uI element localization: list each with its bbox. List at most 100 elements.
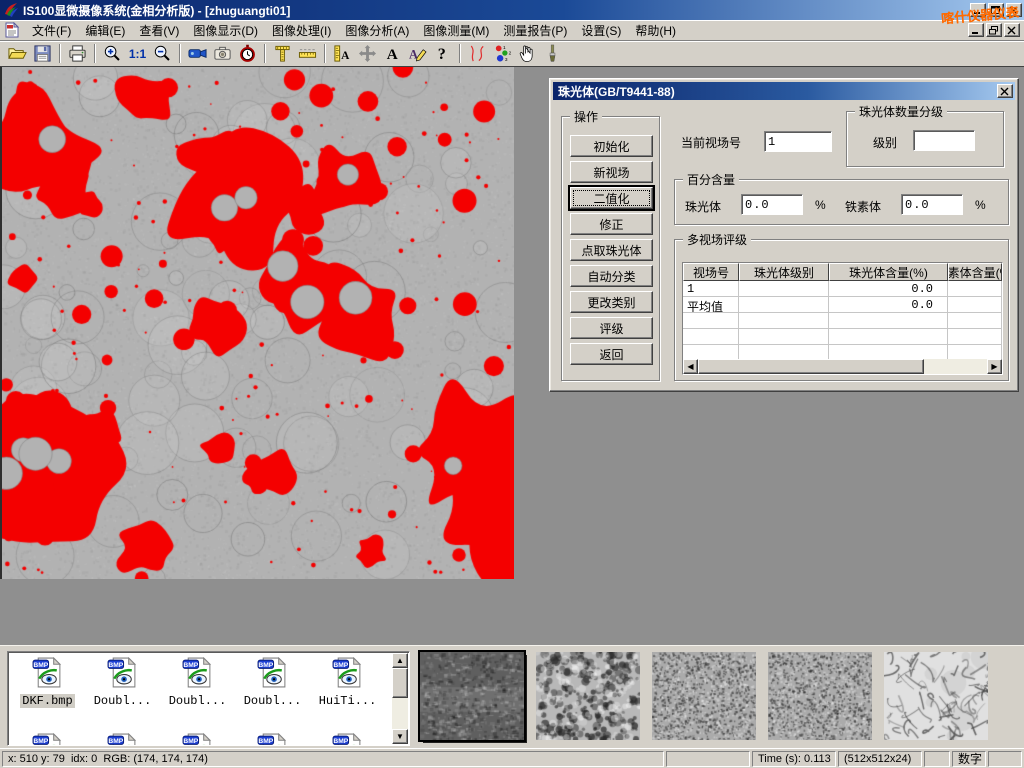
op-button-2[interactable]: 新视场: [570, 161, 653, 183]
file-item[interactable]: BMP HuiTi...: [310, 656, 385, 708]
ferrite-percent-input[interactable]: [901, 194, 963, 215]
file-scrollbar[interactable]: ▲ ▼: [392, 653, 408, 744]
scroll-right-button[interactable]: ▶: [987, 359, 1002, 374]
thumbnail-3[interactable]: [652, 652, 756, 740]
menu-item-i[interactable]: 图像处理(I): [265, 20, 338, 41]
toolbar: 1:1AAA?123: [0, 41, 1024, 66]
svg-text:BMP: BMP: [258, 662, 273, 669]
file-item[interactable]: BMP Doubl...: [160, 656, 235, 708]
stopwatch-button[interactable]: [235, 42, 260, 65]
thumbnail-5[interactable]: [884, 652, 988, 740]
move-button[interactable]: [355, 42, 380, 65]
brush-button[interactable]: [540, 42, 565, 65]
scroll-left-button[interactable]: ◀: [683, 359, 698, 374]
menu-item-s[interactable]: 设置(S): [574, 20, 628, 41]
thumbnail-1[interactable]: [420, 652, 524, 740]
pick-icon: [518, 44, 537, 63]
menu-item-v[interactable]: 查看(V): [132, 20, 186, 41]
table-row[interactable]: [683, 329, 1002, 345]
curve-button[interactable]: [465, 42, 490, 65]
op-button-5[interactable]: 点取珠光体: [570, 239, 653, 261]
toolbar-separator: [94, 44, 96, 63]
file-item[interactable]: BMP: [10, 732, 85, 746]
camera-button[interactable]: [210, 42, 235, 65]
print-icon: [68, 44, 87, 63]
dialog-title-bar[interactable]: 珠光体(GB/T9441-88): [553, 82, 1015, 100]
svg-text:A: A: [387, 46, 398, 63]
table-hscrollbar[interactable]: ◀ ▶: [683, 359, 1002, 374]
mdi-restore-button[interactable]: [986, 23, 1002, 37]
file-item[interactable]: BMP DKF.bmp: [10, 656, 85, 708]
classify-button[interactable]: 123: [490, 42, 515, 65]
caliper-button[interactable]: [270, 42, 295, 65]
svg-text:BMP: BMP: [183, 662, 198, 669]
multifield-table[interactable]: 视场号珠光体级别珠光体含量(%)铁素体含量(%) 10.0平均值0.0 ◀ ▶: [682, 262, 1003, 375]
file-item[interactable]: BMP: [160, 732, 235, 746]
close-button[interactable]: [1006, 3, 1022, 17]
menu-item-m[interactable]: 图像测量(M): [416, 20, 496, 41]
hscroll-thumb[interactable]: [698, 359, 924, 374]
op-button-4[interactable]: 修正: [570, 213, 653, 235]
thumbnail-4[interactable]: [768, 652, 872, 740]
file-name: Doubl...: [92, 694, 154, 708]
video-camera-button[interactable]: [185, 42, 210, 65]
level-input[interactable]: [913, 130, 975, 151]
dialog-title: 珠光体(GB/T9441-88): [558, 83, 675, 100]
menu-item-e[interactable]: 编辑(E): [78, 20, 132, 41]
zoom-in-button[interactable]: [100, 42, 125, 65]
ruler-button[interactable]: [295, 42, 320, 65]
dialog-close-button[interactable]: [997, 84, 1013, 98]
micrograph-image[interactable]: [0, 67, 514, 579]
menu-item-d[interactable]: 图像显示(D): [186, 20, 265, 41]
current-field-input[interactable]: [764, 131, 832, 152]
calibration-button[interactable]: A: [330, 42, 355, 65]
file-item[interactable]: BMP: [310, 732, 385, 746]
menu-item-p[interactable]: 测量报告(P): [496, 20, 574, 41]
maximize-button[interactable]: [988, 3, 1004, 17]
thumbnail-2[interactable]: [536, 652, 640, 740]
help-button[interactable]: ?: [430, 42, 455, 65]
vscroll-thumb[interactable]: [392, 668, 408, 698]
pearlite-percent-input[interactable]: [741, 194, 803, 215]
table-cell: [829, 313, 948, 328]
table-header-4[interactable]: 铁素体含量(%): [948, 263, 1002, 281]
bmp-file-icon: BMP: [106, 732, 139, 746]
menu-item-a[interactable]: 图像分析(A): [338, 20, 416, 41]
scroll-up-button[interactable]: ▲: [392, 653, 408, 668]
op-button-7[interactable]: 更改类别: [570, 291, 653, 313]
svg-text:1: 1: [503, 45, 506, 51]
table-row[interactable]: 平均值0.0: [683, 297, 1002, 313]
file-browser[interactable]: BMP DKF.bmp BMP Doubl... BMP Doubl... BM…: [7, 651, 410, 746]
print-button[interactable]: [65, 42, 90, 65]
save-button[interactable]: [30, 42, 55, 65]
file-item[interactable]: BMP Doubl...: [235, 656, 310, 708]
table-header-3[interactable]: 珠光体含量(%): [829, 263, 948, 281]
actual-size-button[interactable]: 1:1: [125, 42, 150, 65]
file-item[interactable]: BMP: [235, 732, 310, 746]
table-cell: [739, 281, 829, 296]
scroll-down-button[interactable]: ▼: [392, 729, 408, 744]
op-button-1[interactable]: 初始化: [570, 135, 653, 157]
text-button[interactable]: A: [380, 42, 405, 65]
mdi-minimize-button[interactable]: [968, 23, 984, 37]
table-row[interactable]: 10.0: [683, 281, 1002, 297]
open-file-button[interactable]: [5, 42, 30, 65]
annotate-button[interactable]: A: [405, 42, 430, 65]
menu-item-h[interactable]: 帮助(H): [628, 20, 683, 41]
table-header-1[interactable]: 视场号: [683, 263, 739, 281]
file-item[interactable]: BMP Doubl...: [85, 656, 160, 708]
op-button-9[interactable]: 返回: [570, 343, 653, 365]
op-button-3[interactable]: 二值化: [570, 187, 653, 209]
zoom-out-button[interactable]: [150, 42, 175, 65]
op-button-8[interactable]: 评级: [570, 317, 653, 339]
menu-item-f[interactable]: 文件(F): [25, 20, 78, 41]
mdi-close-button[interactable]: [1004, 23, 1020, 37]
file-item[interactable]: BMP: [85, 732, 160, 746]
op-button-6[interactable]: 自动分类: [570, 265, 653, 287]
pick-button[interactable]: [515, 42, 540, 65]
table-header-2[interactable]: 珠光体级别: [739, 263, 829, 281]
bmp-file-icon: BMP: [331, 732, 364, 746]
document-icon[interactable]: [4, 22, 21, 38]
table-row[interactable]: [683, 313, 1002, 329]
minimize-button[interactable]: [970, 3, 986, 17]
